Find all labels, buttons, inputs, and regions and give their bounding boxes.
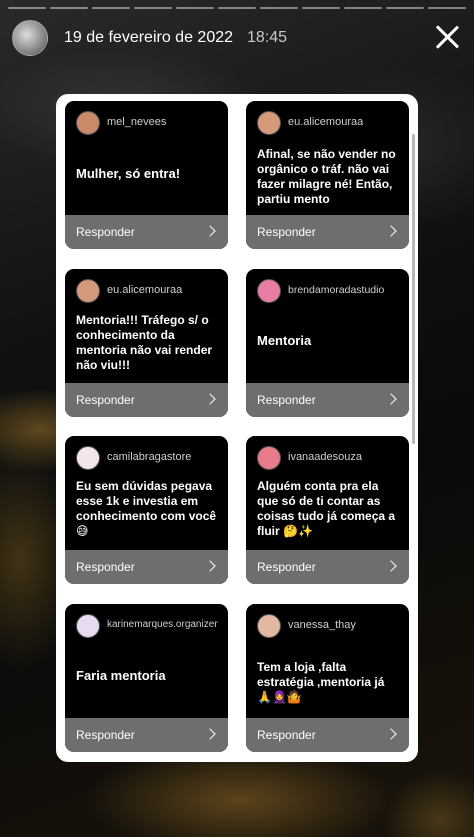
reply-button[interactable]: Responder bbox=[65, 718, 228, 752]
response-text: Eu sem dúvidas pegava esse 1k e investia… bbox=[76, 479, 217, 538]
reply-label: Responder bbox=[76, 225, 135, 239]
user-avatar bbox=[257, 446, 281, 470]
reply-label: Responder bbox=[76, 728, 135, 742]
response-card[interactable]: vanessa_thay Tem a loja ,falta estratégi… bbox=[246, 604, 409, 752]
response-text: Mentoria!!! Tráfego s/ o conhecimento da… bbox=[76, 313, 213, 372]
user-avatar bbox=[76, 446, 100, 470]
reply-button[interactable]: Responder bbox=[246, 383, 409, 417]
reply-label: Responder bbox=[76, 393, 135, 407]
response-text: Mulher, só entra! bbox=[76, 166, 181, 181]
user-avatar bbox=[76, 614, 100, 638]
chevron-right-icon bbox=[204, 560, 216, 572]
chevron-right-icon bbox=[385, 225, 397, 237]
user-avatar bbox=[257, 111, 281, 135]
reply-button[interactable]: Responder bbox=[246, 550, 409, 584]
close-icon[interactable] bbox=[434, 24, 460, 50]
username: camilabragastore bbox=[107, 451, 192, 463]
response-card[interactable]: mel_nevees Mulher, só entra! Responder bbox=[65, 101, 228, 249]
response-card[interactable]: eu.alicemouraa Mentoria!!! Tráfego s/ o … bbox=[65, 269, 228, 417]
reply-button[interactable]: Responder bbox=[246, 718, 409, 752]
reply-label: Responder bbox=[257, 225, 316, 239]
story-date: 19 de fevereiro de 2022 bbox=[64, 29, 234, 46]
user-avatar bbox=[257, 279, 281, 303]
story-avatar[interactable] bbox=[12, 20, 48, 56]
username: brendamoradastudio bbox=[288, 284, 385, 296]
chevron-right-icon bbox=[385, 728, 397, 740]
story-header: 19 de fevereiro de 2022 18:45 bbox=[12, 18, 462, 58]
response-card[interactable]: camilabragastore Eu sem dúvidas pegava e… bbox=[65, 436, 228, 584]
question-responses-panel: mel_nevees Mulher, só entra! Responder e… bbox=[56, 94, 418, 762]
response-text: Mentoria bbox=[257, 333, 312, 348]
user-avatar bbox=[76, 279, 100, 303]
story-time: 18:45 bbox=[247, 29, 288, 46]
reply-button[interactable]: Responder bbox=[65, 215, 228, 249]
username: eu.alicemouraa bbox=[107, 284, 183, 296]
response-text: Faria mentoria bbox=[76, 668, 166, 683]
scrollbar[interactable] bbox=[412, 134, 415, 444]
user-avatar bbox=[257, 614, 281, 638]
chevron-right-icon bbox=[204, 728, 216, 740]
username: eu.alicemouraa bbox=[288, 116, 364, 128]
response-card[interactable]: karinemarques.organizer Faria mentoria R… bbox=[65, 604, 228, 752]
reply-label: Responder bbox=[257, 560, 316, 574]
reply-label: Responder bbox=[257, 393, 316, 407]
chevron-right-icon bbox=[385, 393, 397, 405]
reply-button[interactable]: Responder bbox=[246, 215, 409, 249]
response-text: Tem a loja ,falta estratégia ,mentoria j… bbox=[257, 660, 385, 704]
reply-label: Responder bbox=[76, 560, 135, 574]
username: mel_nevees bbox=[107, 116, 167, 128]
response-text: Afinal, se não vender no orgânico o tráf… bbox=[257, 147, 396, 206]
response-card[interactable]: eu.alicemouraa Afinal, se não vender no … bbox=[246, 101, 409, 249]
response-card[interactable]: ivanaadesouza Alguém conta pra ela que s… bbox=[246, 436, 409, 584]
username: ivanaadesouza bbox=[288, 451, 363, 463]
reply-button[interactable]: Responder bbox=[65, 383, 228, 417]
story-progress-bar bbox=[8, 7, 466, 9]
response-card[interactable]: brendamoradastudio Mentoria Responder bbox=[246, 269, 409, 417]
reply-label: Responder bbox=[257, 728, 316, 742]
chevron-right-icon bbox=[204, 393, 216, 405]
username: karinemarques.organizer bbox=[107, 619, 218, 630]
user-avatar bbox=[76, 111, 100, 135]
response-text: Alguém conta pra ela que só de ti contar… bbox=[257, 479, 396, 538]
chevron-right-icon bbox=[204, 225, 216, 237]
chevron-right-icon bbox=[385, 560, 397, 572]
reply-button[interactable]: Responder bbox=[65, 550, 228, 584]
username: vanessa_thay bbox=[288, 619, 356, 631]
